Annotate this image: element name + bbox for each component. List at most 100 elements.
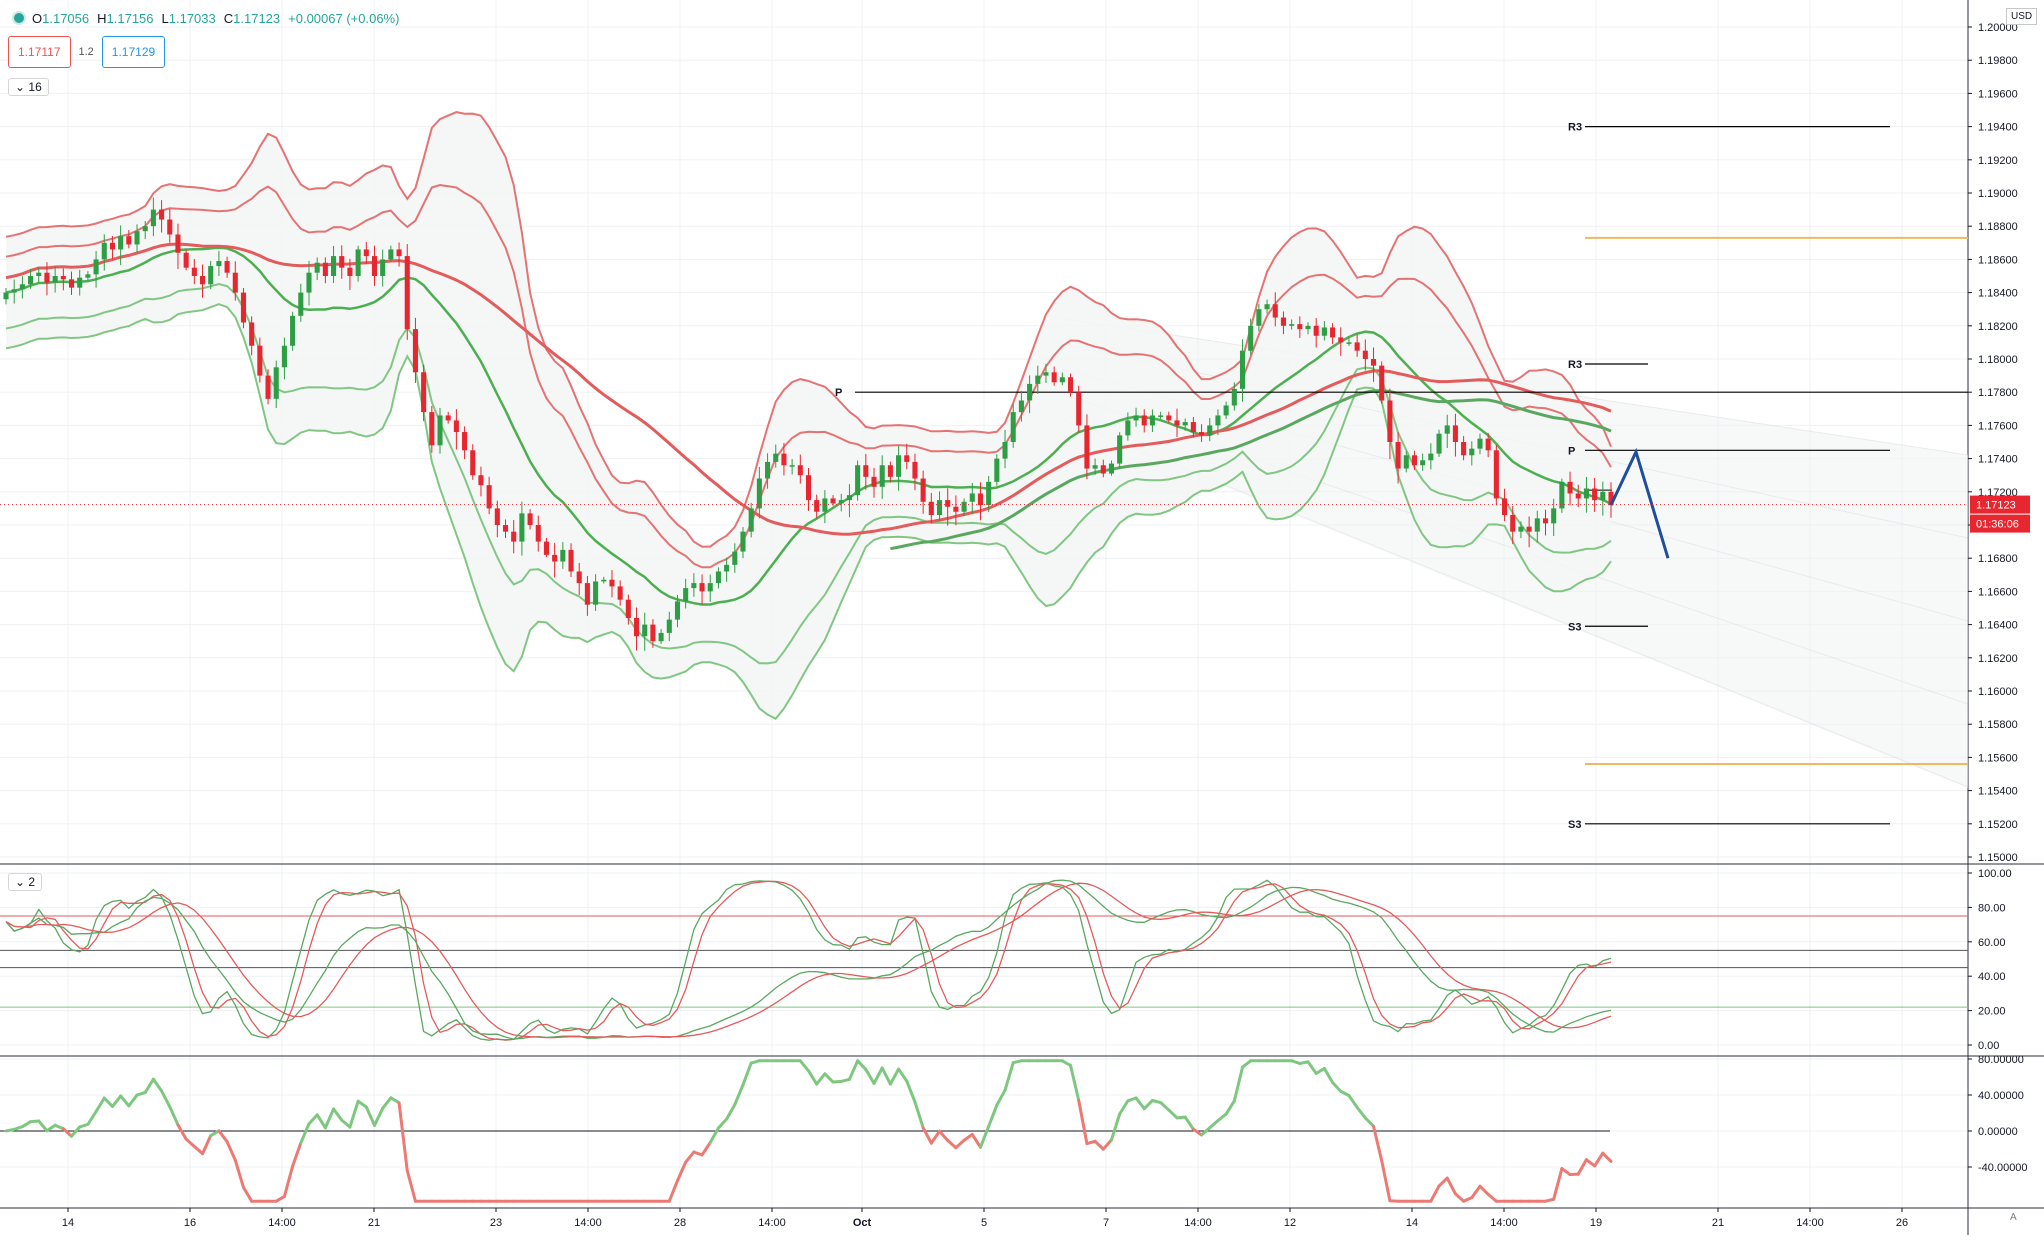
candle-body (1019, 401, 1024, 413)
currency-label[interactable]: USD (2006, 8, 2037, 25)
candle-body (1117, 435, 1122, 463)
momentum-segment (399, 1103, 407, 1171)
candle (1494, 445, 1499, 505)
trade-buttons: 1.17117 1.2 1.17129 (8, 36, 165, 68)
candle-body (1166, 415, 1171, 420)
candle-body (266, 376, 271, 399)
candle-body (1527, 527, 1532, 532)
candle-body (1314, 326, 1319, 336)
buy-button[interactable]: 1.17129 (102, 36, 165, 68)
momentum-segment (1480, 1186, 1488, 1194)
momentum-segment (890, 1069, 898, 1084)
price-tick-label: 1.18600 (1978, 254, 2018, 266)
momentum-segment (882, 1068, 890, 1084)
candle-body (487, 485, 492, 508)
ohlc-item: O1.17056 (32, 11, 97, 26)
candle-body (94, 259, 99, 274)
candle-body (446, 415, 451, 420)
momentum-segment (104, 1098, 112, 1106)
momentum-segment (1455, 1194, 1463, 1201)
stochastic-tick-label: 80.00 (1978, 902, 2006, 914)
candle-body (28, 276, 33, 284)
chart-canvas[interactable]: R3PS3R3PS31.200001.198001.196001.194001.… (0, 0, 2044, 1235)
momentum-segment (948, 1141, 956, 1148)
candle-body (609, 580, 614, 587)
candle-body (397, 249, 402, 256)
momentum-segment (112, 1096, 120, 1106)
candle-body (1535, 518, 1540, 531)
candle-body (1109, 464, 1114, 474)
candle-body (1052, 372, 1057, 382)
candle-body (175, 235, 180, 253)
time-tick-label: 19 (1590, 1217, 1602, 1229)
candle-body (659, 633, 664, 641)
stochastic-pane: 100.0080.0060.0040.0020.000.00 (0, 868, 2012, 1052)
momentum-segment (235, 1160, 243, 1187)
momentum-segment (907, 1081, 915, 1102)
momentum-segment (931, 1131, 939, 1143)
candle-body (1150, 415, 1155, 425)
candle-body (503, 525, 508, 532)
momentum-segment (1562, 1169, 1570, 1175)
candle-body (888, 465, 893, 477)
sell-button[interactable]: 1.17117 (8, 36, 71, 68)
candle-body (159, 210, 164, 220)
candle-body (225, 261, 230, 273)
candle-body (1592, 488, 1597, 500)
momentum-segment (383, 1098, 391, 1108)
candle-body (1265, 304, 1270, 309)
candle-body (1445, 425, 1450, 433)
candle-body (36, 273, 41, 276)
momentum-segment (915, 1102, 923, 1128)
candle-body (1420, 460, 1425, 465)
candle (1379, 361, 1384, 403)
candle (1436, 430, 1441, 457)
candle-body (740, 532, 745, 552)
candle-body (184, 253, 189, 268)
candle-body (77, 278, 82, 288)
auto-scale-button[interactable]: A (2010, 1212, 2017, 1223)
trading-chart[interactable]: R3PS3R3PS31.200001.198001.196001.194001.… (0, 0, 2044, 1235)
candle-body (683, 588, 688, 601)
candle-body (1412, 455, 1417, 465)
oscillator-collapse-button[interactable]: ⌄ 2 (8, 873, 42, 891)
candle-body (896, 455, 901, 477)
candle-body (929, 502, 934, 515)
price-tick-label: 1.15000 (1978, 852, 2018, 864)
candle-body (708, 583, 713, 591)
chevron-down-icon: ⌄ (15, 80, 25, 94)
time-tick-label: 21 (368, 1217, 380, 1229)
candle-body (904, 455, 909, 462)
candle-body (962, 502, 967, 512)
ohlc-item: H1.17156 (97, 11, 161, 26)
candle-body (1060, 377, 1065, 382)
momentum-segment (825, 1074, 833, 1082)
candle-body (1404, 455, 1409, 468)
candle-body (1125, 420, 1130, 435)
momentum-segment (743, 1063, 751, 1085)
candle-body (921, 479, 926, 502)
candle-body (1199, 432, 1204, 435)
momentum-segment (227, 1142, 235, 1160)
momentum-segment (874, 1068, 882, 1083)
indicators-collapse-button[interactable]: ⌄ 16 (8, 78, 49, 96)
momentum-tick-label: 40.00000 (1978, 1090, 2024, 1102)
candle-body (1084, 425, 1089, 468)
candle-body (831, 498, 836, 503)
candle-body (151, 210, 156, 227)
momentum-segment (243, 1187, 251, 1201)
candle-body (380, 259, 385, 276)
candle-body (1240, 351, 1245, 389)
momentum-tick-label: 0.00000 (1978, 1126, 2018, 1138)
candle-body (585, 583, 590, 605)
time-tick-label: 28 (674, 1217, 686, 1229)
momentum-segment (1161, 1103, 1169, 1111)
price-tick-label: 1.16400 (1978, 620, 2018, 632)
candle-body (12, 289, 17, 292)
candle-body (454, 420, 459, 432)
momentum-segment (39, 1121, 47, 1131)
candle-body (568, 550, 573, 572)
candle-body (356, 249, 361, 276)
momentum-segment (1226, 1101, 1234, 1114)
time-tick-label: 23 (490, 1217, 502, 1229)
